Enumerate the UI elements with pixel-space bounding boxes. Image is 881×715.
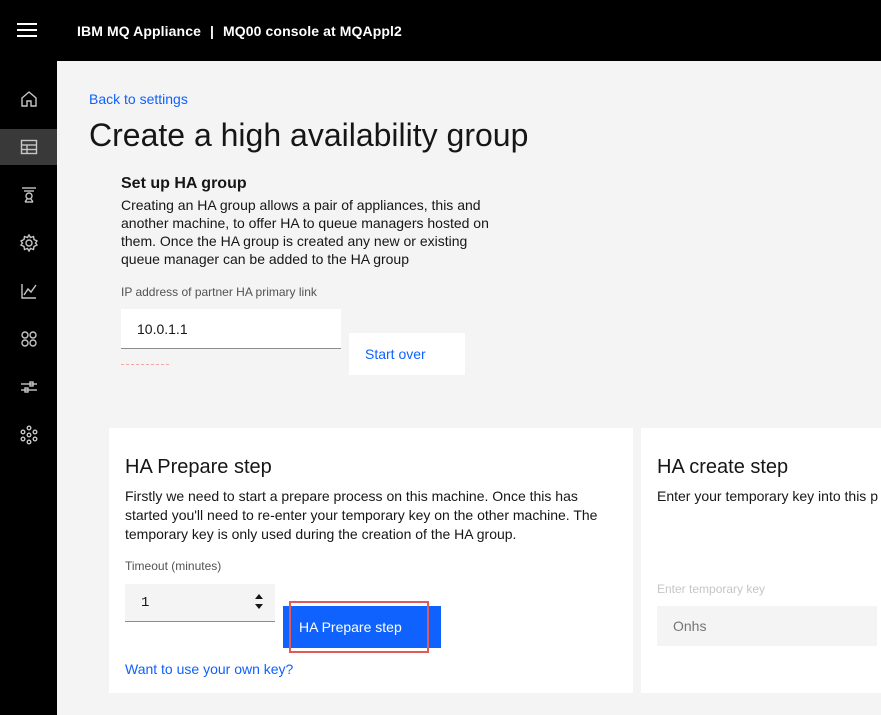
timeout-stepper[interactable]: 1 — [125, 584, 275, 622]
nav-sliders[interactable] — [0, 369, 57, 405]
app-title: IBM MQ Appliance | MQ00 console at MQAppl2 — [77, 23, 402, 39]
nav-queue[interactable] — [0, 177, 57, 213]
main-content: Back to settings Create a high availabil… — [57, 61, 881, 715]
network-icon — [20, 425, 37, 445]
chart-icon — [20, 284, 37, 299]
prepare-description: Firstly we need to start a prepare proce… — [125, 488, 598, 542]
error-indicator — [121, 364, 169, 365]
temporary-key-label: Enter temporary key — [657, 582, 766, 596]
increment-icon[interactable] — [255, 594, 263, 599]
side-nav — [0, 61, 57, 715]
top-bar: IBM MQ Appliance | MQ00 console at MQAppl2 — [0, 0, 881, 61]
stepper-arrows[interactable] — [255, 594, 263, 609]
setup-heading: Set up HA group — [121, 175, 247, 192]
ip-address-label: IP address of partner HA primary link — [121, 285, 317, 299]
start-over-button[interactable]: Start over — [349, 333, 465, 375]
home-icon — [20, 91, 37, 107]
page-title: Create a high availability group — [89, 117, 529, 153]
ha-create-tile: HA create step Enter your temporary key … — [641, 428, 881, 693]
nav-table[interactable] — [0, 129, 57, 165]
apps-icon — [20, 331, 37, 347]
nav-apps[interactable] — [0, 321, 57, 357]
nav-home[interactable] — [0, 81, 57, 117]
console-context: MQ00 console at MQAppl2 — [223, 23, 402, 39]
queue-icon — [21, 187, 36, 203]
ha-prepare-tile: HA Prepare step Firstly we need to start… — [109, 428, 633, 693]
decrement-icon[interactable] — [255, 604, 263, 609]
gear-icon — [19, 233, 38, 253]
hamburger-menu-icon[interactable] — [17, 23, 37, 39]
ip-address-input[interactable] — [121, 309, 341, 349]
create-description: Enter your temporary key into this p — [657, 488, 878, 504]
product-name: IBM MQ Appliance — [77, 23, 201, 39]
use-own-key-link[interactable]: Want to use your own key? — [125, 661, 293, 677]
back-to-settings-link[interactable]: Back to settings — [89, 91, 188, 107]
temporary-key-input[interactable] — [657, 606, 877, 646]
ha-prepare-button[interactable]: HA Prepare step — [283, 606, 441, 648]
timeout-label: Timeout (minutes) — [125, 559, 222, 573]
timeout-value: 1 — [141, 595, 150, 611]
setup-description: Creating an HA group allows a pair of ap… — [121, 197, 489, 267]
setup-section: Set up HA group Creating an HA group all… — [121, 175, 501, 268]
table-icon — [20, 139, 37, 155]
nav-settings[interactable] — [0, 225, 57, 261]
title-separator: | — [209, 23, 215, 39]
nav-network[interactable] — [0, 417, 57, 453]
prepare-title: HA Prepare step — [125, 456, 272, 478]
nav-chart[interactable] — [0, 273, 57, 309]
create-title: HA create step — [657, 456, 789, 478]
sliders-icon — [20, 381, 37, 393]
